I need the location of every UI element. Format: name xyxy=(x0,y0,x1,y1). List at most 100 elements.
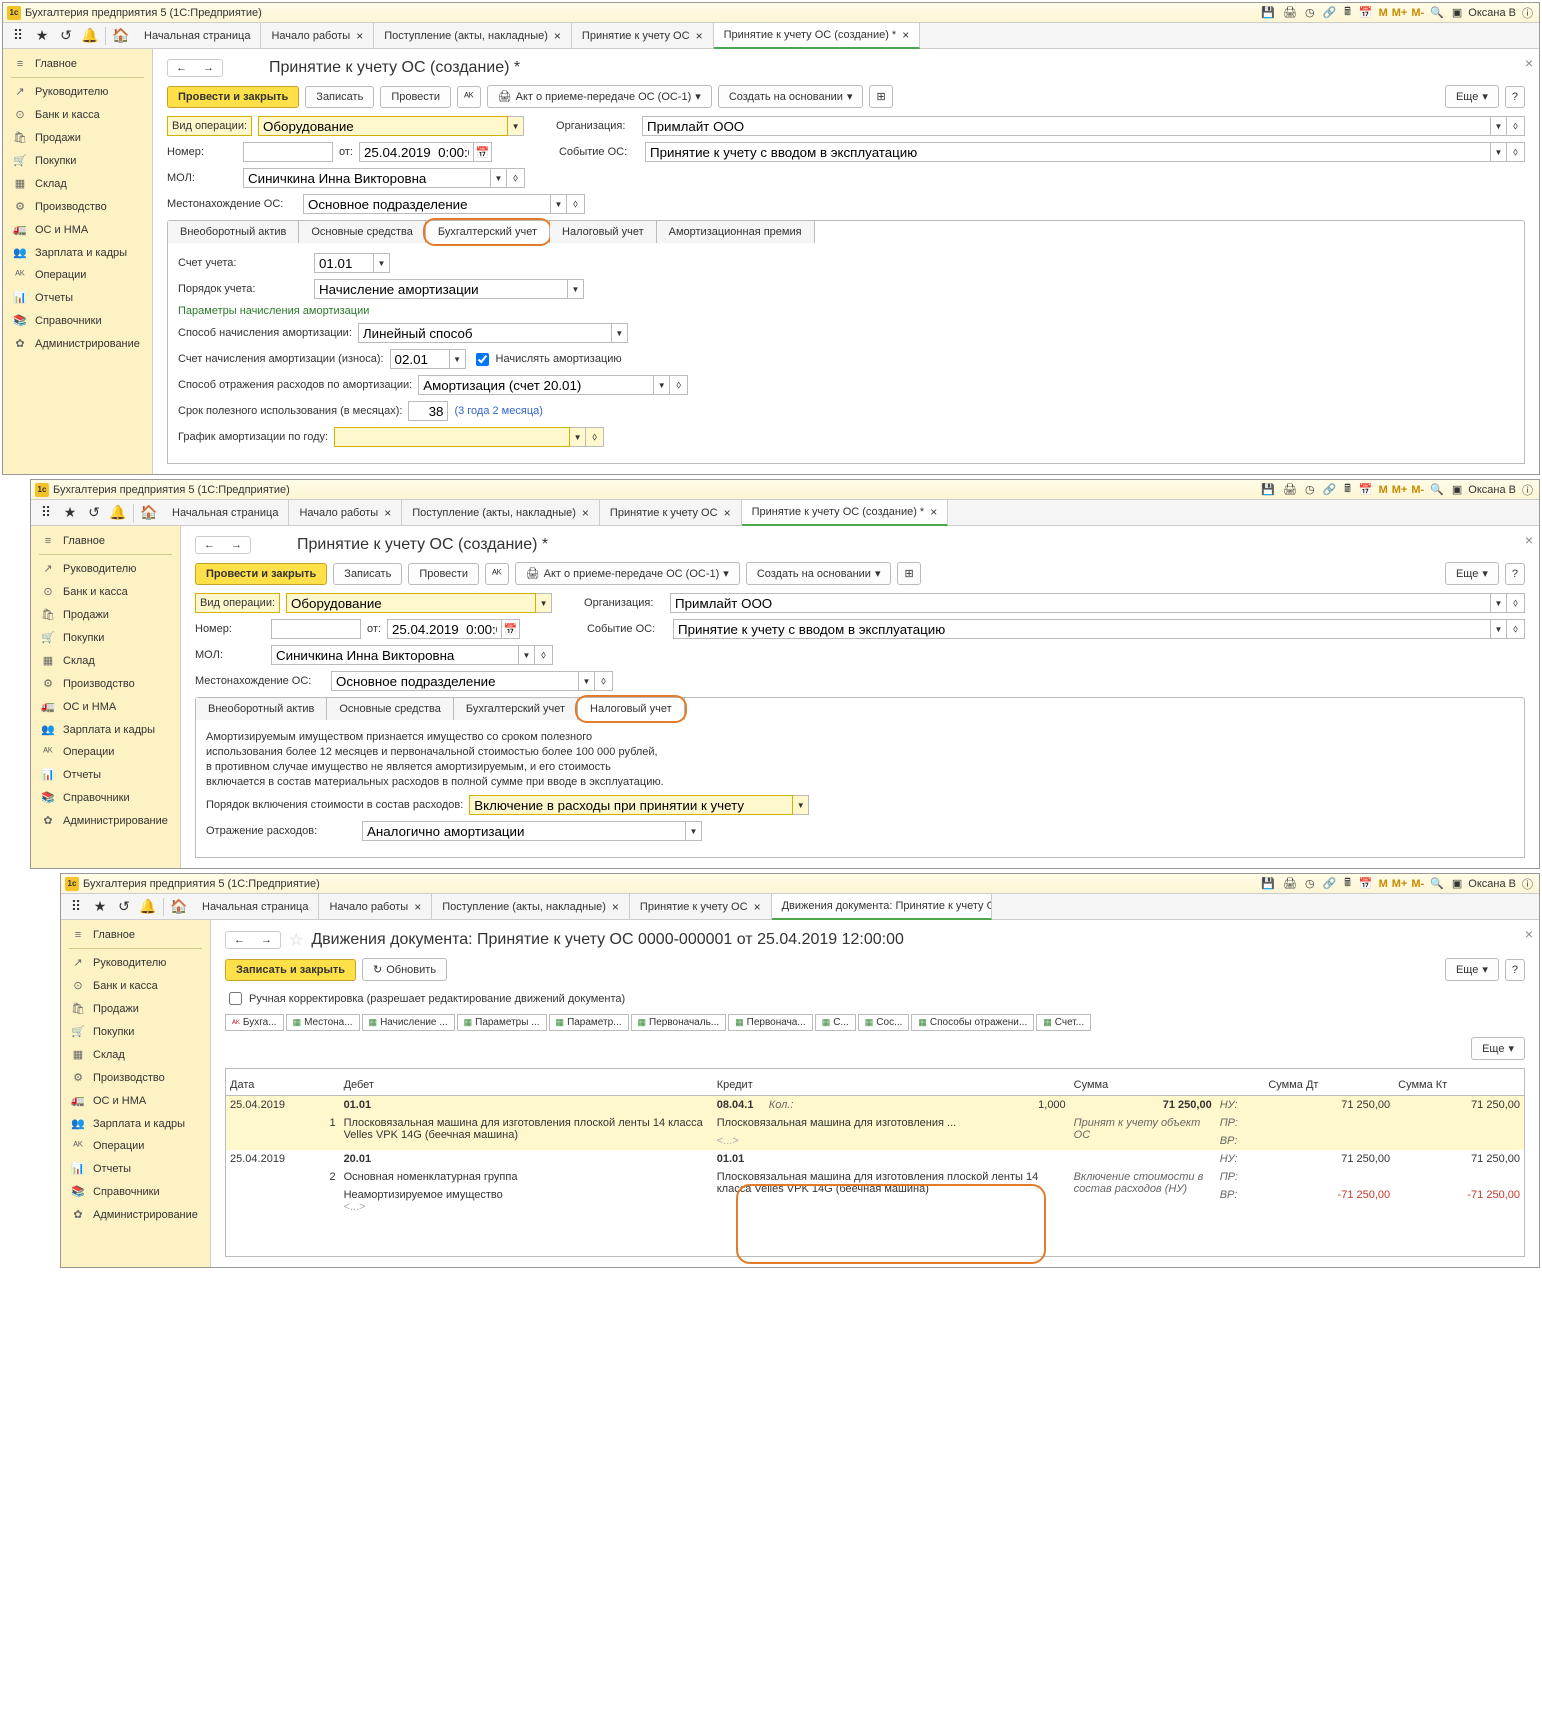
history-icon[interactable]: ↺ xyxy=(55,25,77,47)
tab-start[interactable]: Начало работы× xyxy=(289,500,402,526)
dropdown-icon[interactable]: ▼ xyxy=(1491,116,1507,136)
sidebar-item-bank[interactable]: ⊙Банк и касса xyxy=(3,103,152,126)
tab-receipt[interactable]: Поступление (акты, накладные)× xyxy=(374,23,572,49)
link-icon[interactable]: 🔗 xyxy=(1321,6,1339,19)
dropdown-icon[interactable]: ▼ xyxy=(551,194,567,214)
open-icon[interactable]: ⬨ xyxy=(670,375,688,395)
date-input[interactable] xyxy=(359,142,474,162)
method-select[interactable] xyxy=(358,323,612,343)
table-row[interactable]: 25.04.2019 20.01 01.01 НУ: 71 250,00 71 … xyxy=(226,1150,1524,1168)
fwd-button[interactable]: → xyxy=(253,932,280,948)
create-based-button[interactable]: Создать на основании ▾ xyxy=(718,85,864,108)
post-close-button[interactable]: Провести и закрыть xyxy=(167,86,299,108)
incl-select[interactable] xyxy=(469,795,793,815)
star-icon[interactable]: ★ xyxy=(59,502,81,524)
subtab[interactable]: ▦Сос... xyxy=(858,1014,910,1031)
dep-checkbox[interactable]: Начислять амортизацию xyxy=(472,350,622,369)
close-icon[interactable]: × xyxy=(1525,926,1533,942)
apps-icon[interactable]: ⠿ xyxy=(35,502,57,524)
dropdown-icon[interactable]: ▼ xyxy=(491,168,507,188)
sidebar-item-purchase[interactable]: 🛒Покупки xyxy=(3,149,152,172)
tab-accept-create[interactable]: Принятие к учету ОС (создание) *× xyxy=(742,500,949,526)
sidebar-item-refs[interactable]: 📚Справочники xyxy=(3,309,152,332)
tax-refl-select[interactable] xyxy=(362,821,686,841)
op-type-select[interactable] xyxy=(286,593,536,613)
loc-select[interactable] xyxy=(331,671,579,691)
save-icon[interactable]: 💾 xyxy=(1259,6,1277,19)
q-icon[interactable]: ◷ xyxy=(1303,6,1317,19)
write-button[interactable]: Записать xyxy=(333,563,402,585)
dropdown-icon[interactable]: ▼ xyxy=(508,116,524,136)
dropdown-icon[interactable]: ▼ xyxy=(654,375,670,395)
num-input[interactable] xyxy=(243,142,333,162)
post-button[interactable]: Провести xyxy=(408,563,479,585)
history-icon[interactable]: ↺ xyxy=(83,502,105,524)
open-icon[interactable]: ⬨ xyxy=(586,427,604,447)
subtab[interactable]: ▦С... xyxy=(815,1014,856,1031)
graph-select[interactable] xyxy=(334,427,570,447)
tab-tax[interactable]: Налоговый учет xyxy=(550,221,657,243)
subtab[interactable]: ▦Начисление ... xyxy=(362,1014,455,1031)
home-icon[interactable]: 🏠 xyxy=(138,502,160,524)
close-icon[interactable]: × xyxy=(902,28,909,42)
tab-start[interactable]: Начало работы× xyxy=(261,23,374,49)
col-sum-kt[interactable]: Сумма Кт xyxy=(1394,1075,1524,1096)
life-hint[interactable]: (3 года 2 месяца) xyxy=(454,405,542,417)
dropdown-icon[interactable]: ▼ xyxy=(450,349,466,369)
star-icon[interactable]: ★ xyxy=(31,25,53,47)
sidebar-item-manager[interactable]: ↗Руководителю xyxy=(3,80,152,103)
col-date[interactable]: Дата xyxy=(226,1075,340,1096)
more-button[interactable]: Еще ▾ xyxy=(1445,562,1499,585)
org-select[interactable] xyxy=(642,116,1491,136)
user-label[interactable]: Оксана В xyxy=(1468,7,1516,19)
save-close-button[interactable]: Записать и закрыть xyxy=(225,959,356,981)
print-button[interactable]: 🖨 Акт о приеме-передаче ОС (ОС-1) ▾ xyxy=(487,85,712,108)
mem-mplus[interactable]: M+ xyxy=(1392,7,1408,19)
more-button[interactable]: Еще ▾ xyxy=(1445,85,1499,108)
tab-accept-create[interactable]: Принятие к учету ОС (создание) *× xyxy=(714,23,921,49)
dropdown-icon[interactable]: ▼ xyxy=(570,427,586,447)
open-icon[interactable]: ⬨ xyxy=(1507,116,1525,136)
tab-noncurrent[interactable]: Внеоборотный актив xyxy=(168,221,299,243)
home-icon[interactable]: 🏠 xyxy=(110,25,132,47)
refl-select[interactable] xyxy=(418,375,654,395)
tab-accept[interactable]: Принятие к учету ОС× xyxy=(630,894,772,920)
tab-receipt[interactable]: Поступление (акты, накладные)× xyxy=(402,500,600,526)
refresh-button[interactable]: ↻ Обновить xyxy=(362,958,447,981)
table-row[interactable]: 2 Основная номенклатурная группа Плосков… xyxy=(226,1168,1524,1186)
bell-icon[interactable]: 🔔 xyxy=(79,25,101,47)
loc-select[interactable] xyxy=(303,194,551,214)
close-icon[interactable]: × xyxy=(696,29,703,43)
tab-accept[interactable]: Принятие к учету ОС× xyxy=(600,500,742,526)
close-icon[interactable]: × xyxy=(1525,532,1533,548)
back-button[interactable]: ← xyxy=(226,932,253,948)
calendar-icon[interactable]: 📅 xyxy=(474,142,492,162)
op-type-select[interactable] xyxy=(258,116,508,136)
tab-fixed-assets[interactable]: Основные средства xyxy=(299,221,426,243)
sidebar-item-reports[interactable]: 📊Отчеты xyxy=(3,286,152,309)
subtab[interactable]: ᴬᴷБухга... xyxy=(225,1014,284,1031)
tab-accounting[interactable]: Бухгалтерский учет xyxy=(454,698,578,720)
win-icon[interactable]: ▣ xyxy=(1450,6,1464,19)
dtct-button[interactable]: ᴬᴷ xyxy=(457,86,481,108)
mem-mminus[interactable]: M- xyxy=(1411,7,1424,19)
open-icon[interactable]: ⬨ xyxy=(1507,142,1525,162)
subtab[interactable]: ▦Первоначаль... xyxy=(631,1014,727,1031)
close-icon[interactable]: × xyxy=(356,29,363,43)
print-button[interactable]: 🖨 Акт о приеме-передаче ОС (ОС-1) ▾ xyxy=(515,562,740,585)
bell-icon[interactable]: 🔔 xyxy=(107,502,129,524)
dtct-button[interactable]: ᴬᴷ xyxy=(485,563,509,585)
sidebar-item-assets[interactable]: 🚛ОС и НМА xyxy=(3,218,152,241)
help-button[interactable]: ? xyxy=(1505,959,1525,981)
dropdown-icon[interactable]: ▼ xyxy=(1491,142,1507,162)
sidebar-item-main[interactable]: ≡Главное xyxy=(3,53,152,75)
sidebar-item-production[interactable]: ⚙Производство xyxy=(3,195,152,218)
tab-tax[interactable]: Налоговый учет xyxy=(578,698,685,720)
zoom-icon[interactable]: 🔍 xyxy=(1428,6,1446,19)
tab-home[interactable]: Начальная страница xyxy=(162,500,289,526)
col-credit[interactable]: Кредит xyxy=(713,1075,1070,1096)
calc-icon[interactable]: 🖩 xyxy=(1342,3,1353,22)
fwd-button[interactable]: → xyxy=(223,537,250,553)
back-button[interactable]: ← xyxy=(196,537,223,553)
mol-select[interactable] xyxy=(243,168,491,188)
